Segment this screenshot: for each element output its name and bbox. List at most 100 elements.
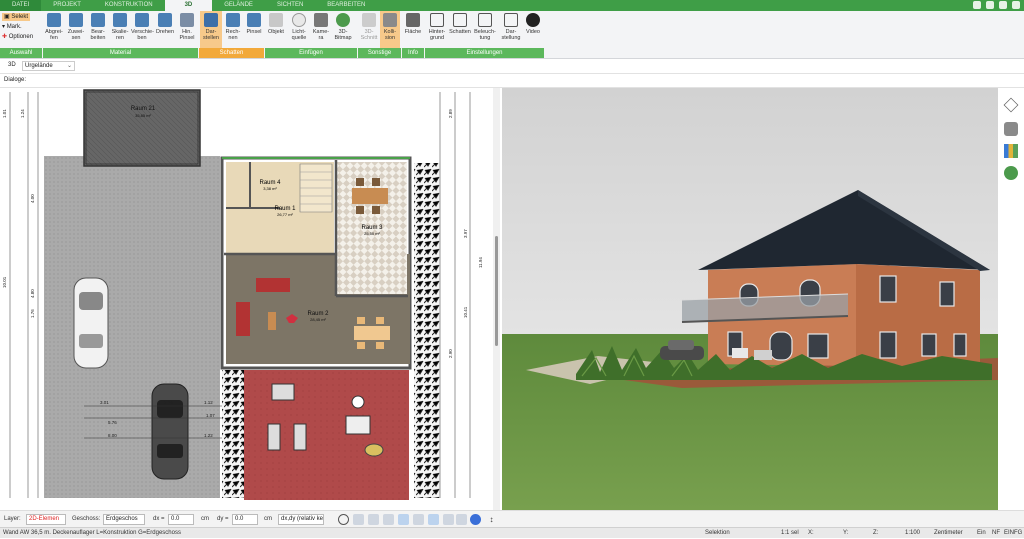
svg-text:2.26: 2.26 [164,400,173,405]
tab-sichten[interactable]: SICHTEN [265,0,315,11]
dining-table [352,188,388,204]
section-icon [362,13,376,27]
darstellen-button[interactable]: Dar-stellen [200,11,222,49]
coord-mode-select[interactable]: dx,dy (relativ ke [278,514,324,525]
status-insert: EINFG [1004,530,1023,536]
layers-icon[interactable] [1003,97,1019,113]
minimize-icon[interactable] [986,1,994,9]
select-button[interactable]: ▣ Selekt [2,13,31,21]
dy-label: dy = [217,516,229,522]
mark-button[interactable]: ▾ Mark. [2,23,22,31]
restore-icon[interactable] [999,1,1007,9]
svg-text:11.94: 11.94 [478,257,483,268]
hin-pinsel-button[interactable]: Hin. Pinsel [177,11,197,49]
tree-icon [336,13,350,27]
tab-projekt[interactable]: PROJEKT [41,0,93,11]
svg-text:3.97: 3.97 [463,229,468,238]
lichtquelle-button[interactable]: Licht-quelle [288,11,310,49]
plan-vertical-scrollbar[interactable] [493,88,500,510]
chevron-down-icon: ⌄ [66,63,72,69]
rechnen-button[interactable]: Rech-nen [223,11,243,49]
abgreifen-button[interactable]: Abgrei-fen [44,11,64,49]
group-einfuegen: Einfügen [265,48,357,58]
staircase [299,163,333,213]
status-nf: NF [992,530,1000,536]
material-palette-icon[interactable] [1004,144,1018,158]
play-icon [526,13,540,27]
svg-text:1.07: 1.07 [206,413,215,418]
pinsel-button[interactable]: Pinsel [244,11,264,49]
dy-input[interactable]: 0.0 [232,514,258,525]
svg-text:8.00: 8.00 [108,433,117,438]
grid-icon[interactable] [368,514,379,525]
tab-konstruktion[interactable]: KONSTRUKTION [93,0,165,11]
flaeche-button[interactable]: Fläche [403,11,423,49]
north-icon[interactable] [470,514,481,525]
layer-view-icon[interactable] [428,514,439,525]
drehen-button[interactable]: Drehen [154,11,176,49]
window-icon[interactable] [456,514,467,525]
svg-text:26,77 m²: 26,77 m² [277,212,293,217]
ortho-icon[interactable] [383,514,394,525]
svg-text:1.01: 1.01 [2,109,7,118]
hedge-right [414,163,440,498]
clock-icon[interactable] [338,514,349,525]
3d-view[interactable] [502,88,998,510]
svg-text:25,50 m²: 25,50 m² [364,231,380,236]
svg-text:2.90: 2.90 [448,349,453,358]
objekt-button[interactable]: Objekt [266,11,286,49]
paint-icon [247,13,261,27]
help-icon[interactable] [1012,1,1020,9]
darstellung-button[interactable]: Dar-stellung [499,11,523,49]
table-icon[interactable] [443,514,454,525]
group-auswahl: Auswahl [0,48,42,58]
layer-select[interactable]: 2D-Elemen [26,514,66,525]
layer-label: Layer: [4,516,21,522]
dy-unit: cm [264,516,272,522]
house-bg-icon [430,13,444,27]
bitmap-3d-button[interactable]: 3D- Bitmap [333,11,353,49]
view-mode-label: 3D [8,62,16,68]
scrollbar-thumb[interactable] [495,236,498,346]
pin-icon[interactable]: ↕ [486,514,497,525]
pick-icon [47,13,61,27]
floor-select[interactable]: Erdgeschos [103,514,145,525]
zuweisen-button[interactable]: Zuwei-sen [66,11,86,49]
verschieben-button[interactable]: Verschie-ben [131,11,154,49]
plant-icon[interactable] [1004,166,1018,180]
svg-text:35,85 m²: 35,85 m² [135,113,151,118]
floor-plan-canvas[interactable]: Raum 21 35,85 m² Raum 4 3,38 m² Raum 1 2… [0,88,500,510]
car-white [73,277,109,369]
angle-icon[interactable] [398,514,409,525]
bearbeiten-button[interactable]: Bear-beiten [88,11,108,49]
dialog-bar: Dialoge: [0,74,1024,88]
settings-icon[interactable] [973,1,981,9]
tab-datei[interactable]: DATEI [0,0,42,11]
options-button[interactable]: ✚ Optionen [2,33,33,41]
tab-3d[interactable]: 3D [164,0,213,11]
chair-icon[interactable] [1004,122,1018,136]
schatten-button[interactable]: Schatten [449,11,471,49]
tab-gelaende[interactable]: GELÄNDE [212,0,265,11]
measure-icon[interactable] [413,514,424,525]
kamera-button[interactable]: Kame-ra [311,11,331,49]
hintergrund-button[interactable]: Hinter-grund [426,11,448,49]
svg-text:4.80: 4.80 [30,289,35,298]
3d-scene[interactable] [502,88,998,510]
house-shadow-icon [453,13,467,27]
kollision-button[interactable]: Kolli-sion [380,11,400,49]
cube-icon [204,13,218,27]
tab-bearbeiten[interactable]: BEARBEITEN [315,0,377,11]
skalieren-button[interactable]: Skalie-ren [110,11,130,49]
floor-plan-view[interactable]: Raum 21 35,85 m² Raum 4 3,38 m² Raum 1 2… [0,88,500,510]
rotate-icon [158,13,172,27]
edit-icon [91,13,105,27]
schnitt-3d-button[interactable]: 3D- Schnitt [359,11,379,49]
input-bar: Layer: 2D-Elemen Geschoss: Erdgeschos dx… [0,510,1024,527]
status-unit: Zentimeter [934,530,963,536]
beleuchtung-button[interactable]: Beleuch-tung [473,11,497,49]
dx-input[interactable]: 0.0 [168,514,194,525]
snap-icon[interactable] [353,514,364,525]
video-button[interactable]: Video [524,11,542,49]
terrain-select[interactable]: Urgelände ⌄ [22,61,75,71]
